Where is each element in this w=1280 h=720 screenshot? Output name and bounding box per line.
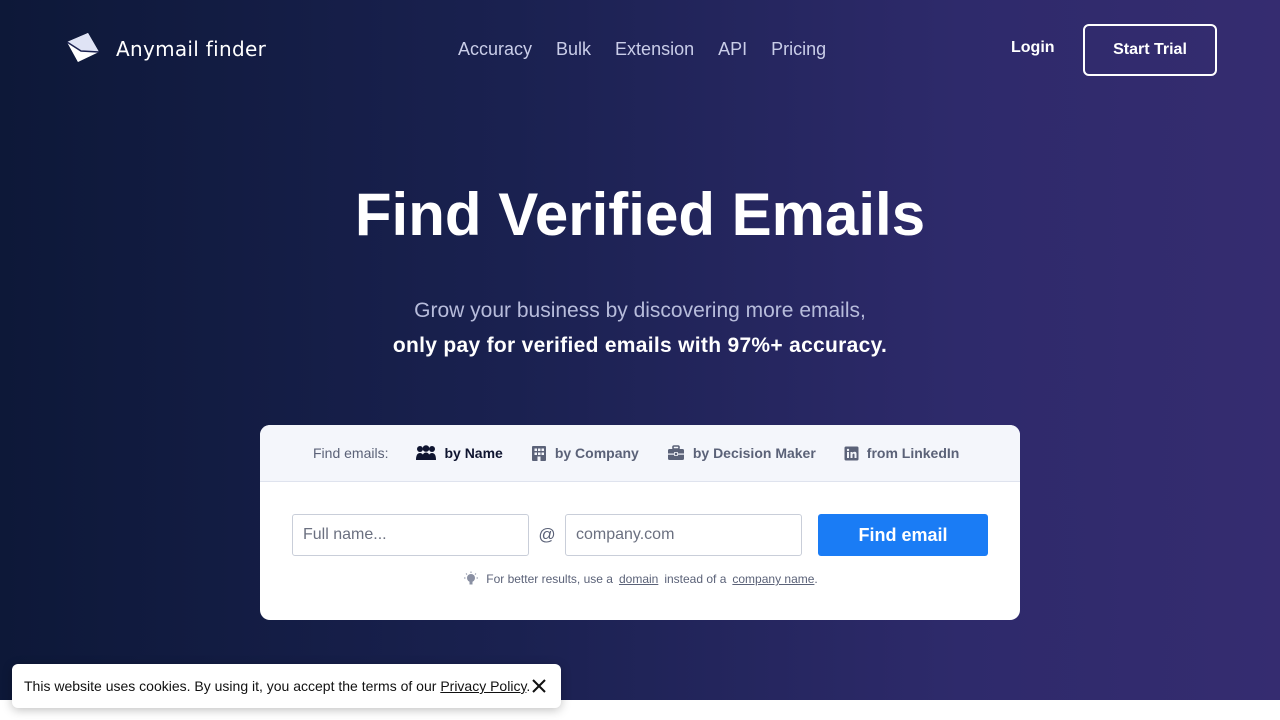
finder-form: @ Find email: [292, 514, 988, 556]
brand-logo[interactable]: Anymail finder: [64, 30, 266, 68]
company-name-link[interactable]: company name: [732, 572, 814, 586]
privacy-policy-link[interactable]: Privacy Policy: [440, 678, 526, 694]
hint-middle: instead of a: [664, 572, 727, 586]
brand-name: Anymail finder: [116, 37, 267, 61]
hint-suffix: .: [814, 572, 818, 586]
nav-api[interactable]: API: [718, 38, 747, 60]
page-title: Find Verified Emails: [354, 181, 926, 248]
people-icon: [416, 445, 437, 460]
search-hint: For better results, use a domain instead…: [260, 571, 1020, 587]
lightbulb-icon: [464, 571, 479, 585]
hero-subtitle-emphasis: only pay for verified emails with 97%+ a…: [392, 334, 888, 357]
nav-accuracy[interactable]: Accuracy: [458, 38, 532, 60]
hero-subtitle: Grow your business by discovering more e…: [414, 299, 866, 322]
nav-pricing[interactable]: Pricing: [771, 38, 826, 60]
tab-from-linkedin[interactable]: from LinkedIn: [844, 445, 960, 461]
tab-by-decision-maker[interactable]: by Decision Maker: [667, 445, 816, 461]
tabs-label: Find emails:: [313, 445, 389, 461]
login-link[interactable]: Login: [1011, 39, 1055, 57]
tab-label: from LinkedIn: [866, 445, 960, 461]
tab-label: by Name: [444, 445, 503, 461]
finder-tabs: Find emails: by Name by Company by Decis…: [260, 425, 1020, 482]
nav-extension[interactable]: Extension: [615, 38, 694, 60]
nav-bulk[interactable]: Bulk: [556, 38, 591, 60]
close-icon[interactable]: [529, 676, 549, 696]
linkedin-icon: [844, 446, 859, 460]
company-domain-input[interactable]: [565, 514, 802, 556]
find-email-button[interactable]: Find email: [818, 514, 988, 556]
briefcase-icon: [667, 445, 684, 460]
email-finder-card: Find emails: by Name by Company by Decis…: [260, 425, 1020, 620]
cookie-text: This website uses cookies. By using it, …: [24, 678, 530, 694]
tab-label: by Decision Maker: [692, 445, 816, 461]
at-symbol: @: [538, 525, 556, 544]
hint-prefix: For better results, use a: [486, 572, 613, 586]
tab-by-name[interactable]: by Name: [416, 445, 503, 461]
start-trial-button[interactable]: Start Trial: [1083, 24, 1217, 76]
building-icon: [531, 446, 546, 461]
tab-label: by Company: [554, 445, 639, 461]
tab-by-company[interactable]: by Company: [531, 445, 639, 461]
cookie-banner: This website uses cookies. By using it, …: [12, 664, 561, 708]
full-name-input[interactable]: [292, 514, 529, 556]
cookie-message: This website uses cookies. By using it, …: [24, 678, 437, 694]
domain-link[interactable]: domain: [619, 572, 658, 586]
main-nav: Accuracy Bulk Extension API Pricing: [458, 38, 826, 60]
envelope-icon: [66, 33, 100, 62]
hero-section: Anymail finder Accuracy Bulk Extension A…: [0, 0, 1280, 700]
